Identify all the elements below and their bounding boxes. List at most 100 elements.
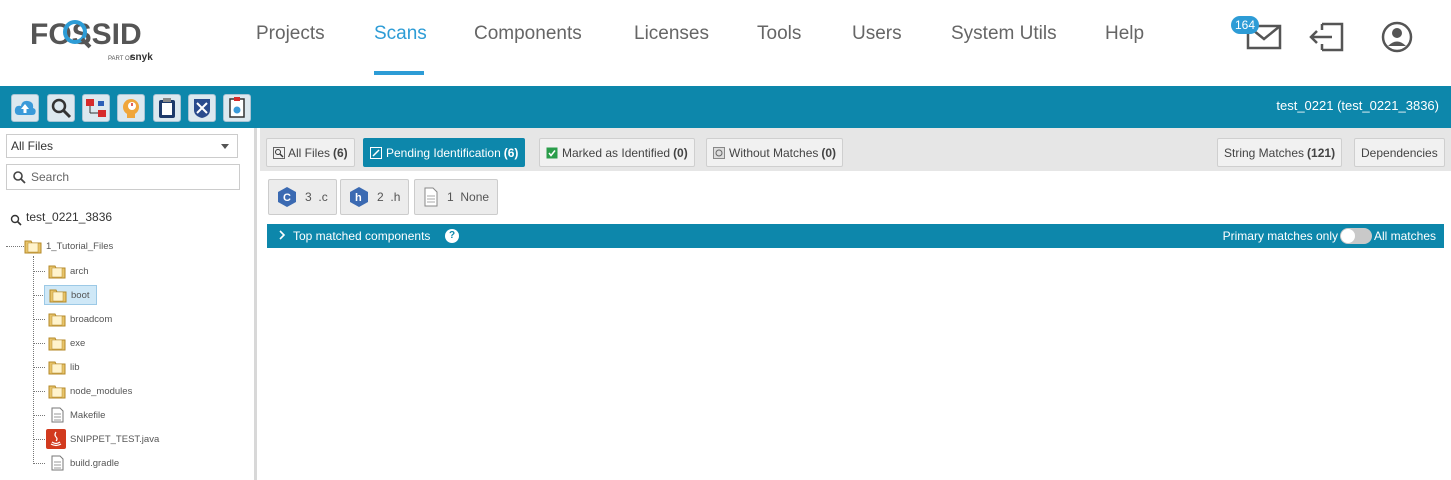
tree-folder-lib[interactable]: lib [48,357,80,377]
nav-scans[interactable]: Scans [374,22,427,46]
tab-count: (6) [333,145,348,160]
tree-item-label: arch [70,265,89,277]
svg-text:C: C [283,192,291,204]
tree-folder[interactable]: 1_Tutorial_Files [24,236,113,256]
all-matches-label: All matches [1373,229,1436,243]
extension-filter-h[interactable]: h 2 .h [340,179,410,215]
tab-label: Pending Identification [386,145,501,160]
compare-icon[interactable] [82,94,110,122]
file-icon [51,455,64,471]
tree-connector [33,256,34,464]
pending-icon [370,146,382,159]
tab-without-matches[interactable]: Without Matches (0) [706,138,844,167]
tree-connector [33,367,45,368]
extension-filter-none[interactable]: 1 None [414,179,499,215]
tree-folder-exe[interactable]: exe [48,333,85,353]
active-tab-indicator [374,71,424,75]
tree-item-label: SNIPPET_TEST.java [70,433,160,445]
tree-item-label: broadcom [70,313,113,325]
tree-item-label: node_modules [70,385,133,397]
tree-connector [6,246,24,247]
check-icon [546,147,558,158]
top-matched-components-bar[interactable]: Top matched components ? Primary matches… [267,224,1444,248]
user-profile-icon[interactable] [1380,20,1414,59]
extension-name: .h [390,190,401,204]
tree-connector [33,391,45,392]
tree-connector [33,343,45,344]
h-header-icon: h [350,187,368,207]
tree-root[interactable]: test_0221_3836 [10,210,113,226]
tab-all-files[interactable]: All Files (6) [266,138,355,167]
svg-text:h: h [355,192,362,204]
search-scan-icon[interactable] [47,94,75,122]
tab-count: (6) [503,145,519,160]
tab-label: Marked as Identified [562,145,671,160]
brain-icon[interactable] [117,94,145,122]
tree-root-label: test_0221_3836 [26,210,113,224]
nav-components[interactable]: Components [474,22,582,46]
folder-icon [48,385,66,399]
file-search-input[interactable] [31,168,231,186]
tree-folder-node-modules[interactable]: node_modules [48,381,132,401]
tab-string-matches[interactable]: String Matches (121) [1217,138,1343,167]
tree-folder-label: 1_Tutorial_Files [46,240,114,252]
nav-users[interactable]: Users [852,22,902,46]
tab-count: (121) [1307,145,1336,160]
search-icon [10,214,22,226]
file-tree-sidebar: All Files test_0221_3836 1_Tutorial_File… [0,128,257,480]
scan-toolbar: test_0221 (test_0221_3836) [0,86,1451,128]
search-icon [13,171,26,184]
top-navbar: FOSSID PART OF snyk Projects Scans Compo… [0,0,1451,86]
folder-icon [24,240,42,254]
tab-dependencies[interactable]: Dependencies [1354,138,1445,167]
extension-filter-c[interactable]: C 3 .c [268,179,337,215]
clipboard-icon[interactable] [153,94,181,122]
upload-icon[interactable] [11,94,39,122]
tree-file-makefile[interactable]: Makefile [48,405,105,425]
folder-icon [48,337,66,351]
tree-folder-boot[interactable]: boot [44,285,97,305]
tree-file-build-gradle[interactable]: build.gradle [48,453,119,473]
tree-folder-broadcom[interactable]: broadcom [48,309,112,329]
nav-help[interactable]: Help [1105,22,1144,46]
folder-icon [48,361,66,375]
tree-folder-arch[interactable]: arch [48,261,88,281]
fossid-logo[interactable]: FOSSID PART OF snyk [30,14,180,66]
chevron-down-icon [221,144,229,149]
tree-connector [33,439,45,440]
top-matched-title: Top matched components [293,229,431,243]
tab-label: String Matches [1224,145,1305,160]
extension-count: 1 [447,190,454,204]
tab-marked-as-identified[interactable]: Marked as Identified (0) [539,138,695,167]
main-panel: All Files (6) Pending Identification (6) M… [260,128,1451,480]
search-icon [273,146,285,159]
report-icon[interactable] [223,94,251,122]
tab-pending-identification[interactable]: Pending Identification (6) [363,138,526,167]
tree-item-label: exe [70,337,86,349]
nav-tools[interactable]: Tools [757,22,801,46]
extension-name: None [460,190,490,204]
matches-toggle[interactable] [1340,228,1372,244]
extension-count: 2 [377,190,384,204]
tree-item-label: build.gradle [70,457,120,469]
logout-icon[interactable] [1308,20,1346,59]
logo-tagline-brand: snyk [130,52,153,63]
tab-count: (0) [821,145,837,160]
tree-file-snippet-test[interactable]: SNIPPET_TEST.java [46,429,159,449]
file-icon [51,407,64,423]
file-tabs-bar: All Files (6) Pending Identification (6) M… [260,128,1451,171]
extension-name: .c [318,190,328,204]
help-icon[interactable]: ? [445,229,459,243]
mail-count-badge: 164 [1231,16,1260,34]
vulnerability-icon[interactable] [188,94,216,122]
tab-label: All Files [288,145,331,160]
file-filter-select[interactable]: All Files [6,134,238,158]
chevron-right-icon[interactable] [278,229,286,241]
nav-projects[interactable]: Projects [256,22,325,46]
folder-icon [48,313,66,327]
nav-licenses[interactable]: Licenses [634,22,709,46]
tree-item-label: Makefile [70,409,106,421]
primary-matches-only-label: Primary matches only [1222,229,1338,243]
file-search-box[interactable] [6,164,240,190]
nav-system-utils[interactable]: System Utils [951,22,1057,46]
